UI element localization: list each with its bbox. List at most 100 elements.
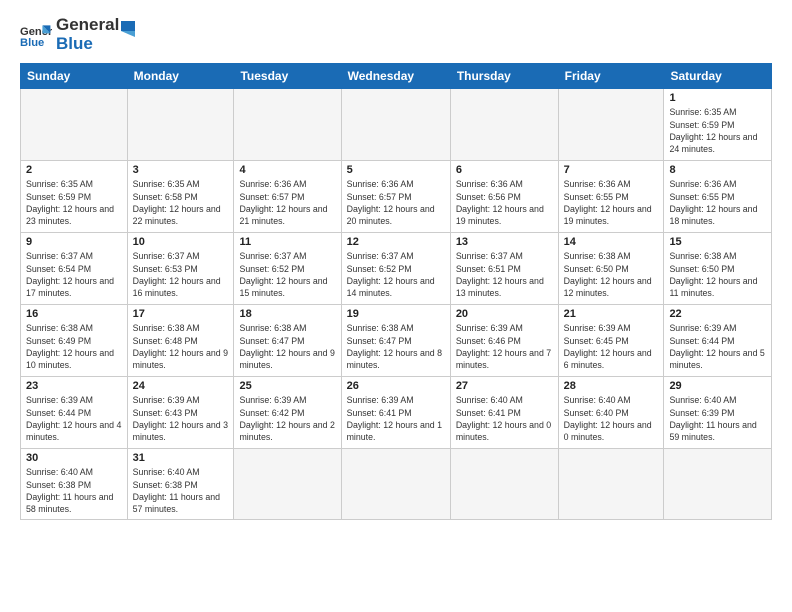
day-info: Sunrise: 6:36 AM Sunset: 6:55 PM Dayligh… <box>669 178 766 227</box>
day-number: 12 <box>347 236 445 248</box>
day-number: 8 <box>669 164 766 176</box>
day-info: Sunrise: 6:38 AM Sunset: 6:47 PM Dayligh… <box>347 322 445 371</box>
day-number: 3 <box>133 164 229 176</box>
weekday-header-friday: Friday <box>558 64 664 89</box>
calendar-page: General Blue General Blue SundayMondayTu… <box>0 0 792 612</box>
calendar-cell <box>341 449 450 519</box>
day-number: 24 <box>133 380 229 392</box>
day-info: Sunrise: 6:38 AM Sunset: 6:48 PM Dayligh… <box>133 322 229 371</box>
calendar-cell: 10Sunrise: 6:37 AM Sunset: 6:53 PM Dayli… <box>127 233 234 305</box>
day-info: Sunrise: 6:37 AM Sunset: 6:54 PM Dayligh… <box>26 250 122 299</box>
day-number: 27 <box>456 380 553 392</box>
day-number: 11 <box>239 236 335 248</box>
weekday-header-row: SundayMondayTuesdayWednesdayThursdayFrid… <box>21 64 772 89</box>
weekday-header-thursday: Thursday <box>450 64 558 89</box>
calendar-cell: 15Sunrise: 6:38 AM Sunset: 6:50 PM Dayli… <box>664 233 772 305</box>
header: General Blue General Blue <box>20 16 772 53</box>
calendar-table: SundayMondayTuesdayWednesdayThursdayFrid… <box>20 63 772 519</box>
weekday-header-tuesday: Tuesday <box>234 64 341 89</box>
calendar-cell: 11 Sunrise: 6:37 AM Sunset: 6:52 PM Dayli… <box>234 233 341 305</box>
calendar-cell: 1 Sunrise: 6:35 AM Sunset: 6:59 PM Daylig… <box>664 89 772 161</box>
calendar-cell <box>558 449 664 519</box>
calendar-cell: 5 Sunrise: 6:36 AM Sunset: 6:57 PM Daylig… <box>341 161 450 233</box>
calendar-cell: 7 Sunrise: 6:36 AM Sunset: 6:55 PM Daylig… <box>558 161 664 233</box>
weekday-header-sunday: Sunday <box>21 64 128 89</box>
calendar-cell: 23Sunrise: 6:39 AM Sunset: 6:44 PM Dayli… <box>21 377 128 449</box>
calendar-cell: 19 Sunrise: 6:38 AM Sunset: 6:47 PM Dayli… <box>341 305 450 377</box>
day-number: 29 <box>669 380 766 392</box>
logo-icon: General Blue <box>20 19 52 51</box>
day-number: 23 <box>26 380 122 392</box>
day-number: 25 <box>239 380 335 392</box>
calendar-cell: 31Sunrise: 6:40 AM Sunset: 6:38 PM Dayli… <box>127 449 234 519</box>
day-number: 18 <box>239 308 335 320</box>
calendar-cell: 6 Sunrise: 6:36 AM Sunset: 6:56 PM Daylig… <box>450 161 558 233</box>
day-info: Sunrise: 6:37 AM Sunset: 6:52 PM Dayligh… <box>347 250 445 299</box>
day-info: Sunrise: 6:38 AM Sunset: 6:50 PM Dayligh… <box>564 250 659 299</box>
day-info: Sunrise: 6:37 AM Sunset: 6:52 PM Dayligh… <box>239 250 335 299</box>
calendar-cell: 8 Sunrise: 6:36 AM Sunset: 6:55 PM Daylig… <box>664 161 772 233</box>
calendar-week-row: 30Sunrise: 6:40 AM Sunset: 6:38 PM Dayli… <box>21 449 772 519</box>
calendar-cell <box>558 89 664 161</box>
calendar-cell: 20 Sunrise: 6:39 AM Sunset: 6:46 PM Dayli… <box>450 305 558 377</box>
day-number: 9 <box>26 236 122 248</box>
day-number: 19 <box>347 308 445 320</box>
calendar-cell <box>341 89 450 161</box>
logo-general-text: General <box>56 16 119 35</box>
calendar-cell: 29 Sunrise: 6:40 AM Sunset: 6:39 PM Dayli… <box>664 377 772 449</box>
day-info: Sunrise: 6:35 AM Sunset: 6:58 PM Dayligh… <box>133 178 229 227</box>
day-number: 20 <box>456 308 553 320</box>
calendar-week-row: 2Sunrise: 6:35 AM Sunset: 6:59 PM Daylig… <box>21 161 772 233</box>
day-info: Sunrise: 6:39 AM Sunset: 6:41 PM Dayligh… <box>347 394 445 443</box>
day-number: 21 <box>564 308 659 320</box>
day-number: 15 <box>669 236 766 248</box>
calendar-cell: 26Sunrise: 6:39 AM Sunset: 6:41 PM Dayli… <box>341 377 450 449</box>
logo-blue-text: Blue <box>56 35 119 54</box>
svg-text:Blue: Blue <box>20 37 44 49</box>
day-number: 1 <box>669 92 766 104</box>
day-number: 7 <box>564 164 659 176</box>
day-info: Sunrise: 6:37 AM Sunset: 6:51 PM Dayligh… <box>456 250 553 299</box>
day-number: 14 <box>564 236 659 248</box>
day-info: Sunrise: 6:40 AM Sunset: 6:39 PM Dayligh… <box>669 394 766 443</box>
day-info: Sunrise: 6:40 AM Sunset: 6:40 PM Dayligh… <box>564 394 659 443</box>
weekday-header-wednesday: Wednesday <box>341 64 450 89</box>
day-info: Sunrise: 6:39 AM Sunset: 6:44 PM Dayligh… <box>669 322 766 371</box>
day-number: 16 <box>26 308 122 320</box>
day-info: Sunrise: 6:39 AM Sunset: 6:46 PM Dayligh… <box>456 322 553 371</box>
day-number: 22 <box>669 308 766 320</box>
day-number: 5 <box>347 164 445 176</box>
day-info: Sunrise: 6:40 AM Sunset: 6:41 PM Dayligh… <box>456 394 553 443</box>
calendar-cell: 2Sunrise: 6:35 AM Sunset: 6:59 PM Daylig… <box>21 161 128 233</box>
day-number: 17 <box>133 308 229 320</box>
calendar-week-row: 1 Sunrise: 6:35 AM Sunset: 6:59 PM Daylig… <box>21 89 772 161</box>
day-info: Sunrise: 6:39 AM Sunset: 6:42 PM Dayligh… <box>239 394 335 443</box>
weekday-header-saturday: Saturday <box>664 64 772 89</box>
calendar-cell: 12 Sunrise: 6:37 AM Sunset: 6:52 PM Dayli… <box>341 233 450 305</box>
day-number: 6 <box>456 164 553 176</box>
day-info: Sunrise: 6:38 AM Sunset: 6:47 PM Dayligh… <box>239 322 335 371</box>
calendar-cell: 17 Sunrise: 6:38 AM Sunset: 6:48 PM Dayli… <box>127 305 234 377</box>
calendar-week-row: 9 Sunrise: 6:37 AM Sunset: 6:54 PM Daylig… <box>21 233 772 305</box>
calendar-cell: 9 Sunrise: 6:37 AM Sunset: 6:54 PM Daylig… <box>21 233 128 305</box>
day-info: Sunrise: 6:40 AM Sunset: 6:38 PM Dayligh… <box>133 466 229 515</box>
calendar-cell: 27 Sunrise: 6:40 AM Sunset: 6:41 PM Dayli… <box>450 377 558 449</box>
calendar-cell <box>127 89 234 161</box>
day-info: Sunrise: 6:36 AM Sunset: 6:57 PM Dayligh… <box>239 178 335 227</box>
calendar-cell: 13 Sunrise: 6:37 AM Sunset: 6:51 PM Dayli… <box>450 233 558 305</box>
day-info: Sunrise: 6:39 AM Sunset: 6:45 PM Dayligh… <box>564 322 659 371</box>
calendar-week-row: 23Sunrise: 6:39 AM Sunset: 6:44 PM Dayli… <box>21 377 772 449</box>
day-info: Sunrise: 6:36 AM Sunset: 6:56 PM Dayligh… <box>456 178 553 227</box>
calendar-cell: 3 Sunrise: 6:35 AM Sunset: 6:58 PM Daylig… <box>127 161 234 233</box>
calendar-cell <box>21 89 128 161</box>
day-info: Sunrise: 6:36 AM Sunset: 6:57 PM Dayligh… <box>347 178 445 227</box>
day-info: Sunrise: 6:35 AM Sunset: 6:59 PM Dayligh… <box>26 178 122 227</box>
calendar-cell <box>450 89 558 161</box>
day-info: Sunrise: 6:35 AM Sunset: 6:59 PM Dayligh… <box>669 106 766 155</box>
calendar-cell: 25 Sunrise: 6:39 AM Sunset: 6:42 PM Dayli… <box>234 377 341 449</box>
day-info: Sunrise: 6:37 AM Sunset: 6:53 PM Dayligh… <box>133 250 229 299</box>
day-number: 13 <box>456 236 553 248</box>
day-info: Sunrise: 6:36 AM Sunset: 6:55 PM Dayligh… <box>564 178 659 227</box>
calendar-cell: 18 Sunrise: 6:38 AM Sunset: 6:47 PM Dayli… <box>234 305 341 377</box>
day-info: Sunrise: 6:40 AM Sunset: 6:38 PM Dayligh… <box>26 466 122 515</box>
